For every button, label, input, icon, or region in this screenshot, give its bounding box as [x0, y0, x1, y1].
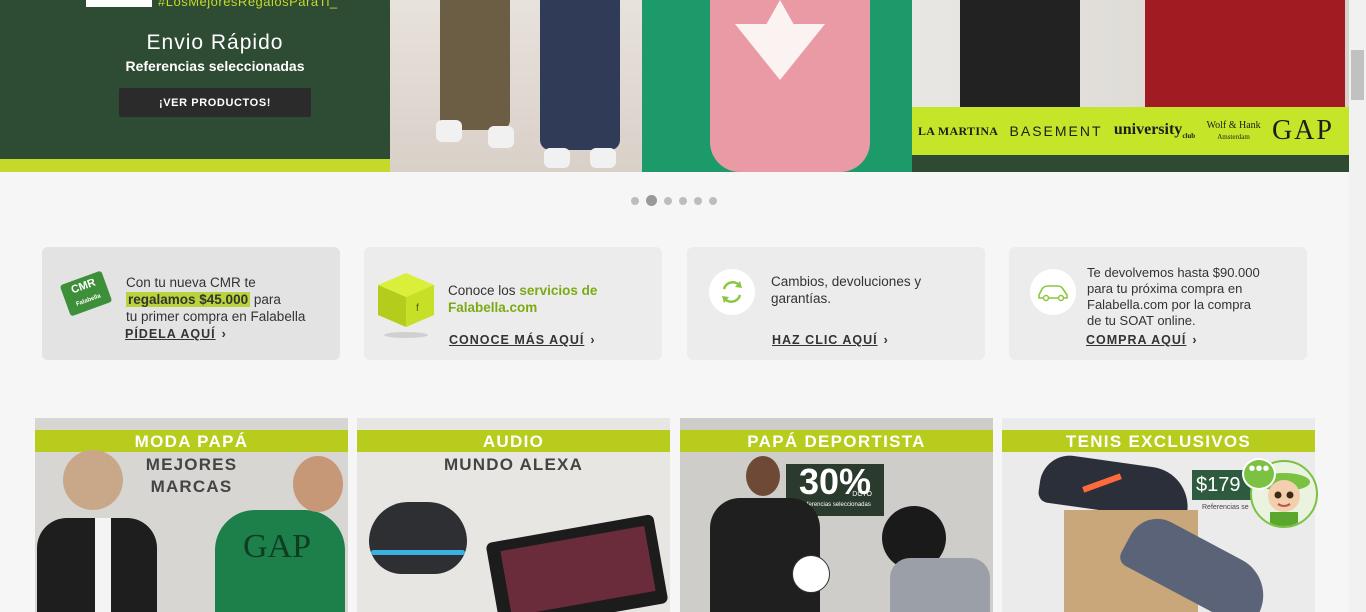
- white-shirt: [95, 518, 111, 612]
- athlete-body: [710, 498, 820, 612]
- hero-banner[interactable]: #LosMejoresRegalosParaTi_ Envio Rápido R…: [0, 0, 1349, 172]
- view-products-button[interactable]: ¡VER PRODUCTOS!: [119, 88, 311, 117]
- chevron-right-icon: ›: [221, 327, 227, 341]
- carousel-dot[interactable]: [631, 196, 639, 205]
- carousel-dot[interactable]: [694, 196, 702, 205]
- carousel-dot[interactable]: [664, 196, 672, 205]
- svg-text:f: f: [416, 303, 419, 314]
- car-icon: [1030, 269, 1076, 315]
- brand-university-club: universityclub: [1113, 121, 1196, 141]
- brand-basement: BASEMENT: [1009, 123, 1103, 139]
- model-head: [63, 450, 123, 510]
- carousel-dot-active[interactable]: [646, 195, 657, 206]
- returns-card-text: Cambios, devoluciones y garantías.: [771, 274, 922, 306]
- tile-subtitle: MUNDO ALEXA: [443, 455, 584, 474]
- chat-bubble-icon[interactable]: •••: [1242, 458, 1276, 490]
- learn-more-link[interactable]: CONOCE MÁS AQUÍ ›: [449, 333, 596, 347]
- sneaker-shape: [544, 148, 570, 168]
- brand-logos: LA MARTINA BASEMENT universityclub Wolf …: [918, 111, 1346, 151]
- carousel-dot[interactable]: [709, 196, 717, 205]
- exchange-icon: [709, 269, 755, 315]
- brand-wolf-hank: Wolf & Hank Amsterdam: [1206, 119, 1261, 141]
- tile-papa-deportista[interactable]: PAPÁ DEPORTISTA 30% DCTO Referencias sel…: [680, 418, 993, 612]
- sneaker-shape: [436, 120, 462, 142]
- soat-card-text: Te devolvemos hasta $90.000 para tu próx…: [1087, 265, 1260, 328]
- soat-card[interactable]: Te devolvemos hasta $90.000 para tu próx…: [1009, 247, 1307, 360]
- buy-here-link[interactable]: COMPRA AQUÍ ›: [1086, 333, 1198, 347]
- chevron-right-icon: ›: [1192, 333, 1198, 347]
- carousel-dot[interactable]: [679, 196, 687, 205]
- cmr-request-link[interactable]: PÍDELA AQUÍ ›: [125, 327, 227, 341]
- cmr-card-icon: CMR Falabella: [59, 270, 113, 317]
- echo-light-ring: [371, 550, 465, 555]
- black-jacket: [960, 0, 1080, 107]
- banner-logo: [86, 0, 152, 7]
- tile-title: AUDIO: [482, 432, 545, 451]
- sneaker-shape: [488, 126, 514, 148]
- returns-card[interactable]: Cambios, devoluciones y garantías. HAZ C…: [687, 247, 985, 360]
- sneaker-shape: [590, 148, 616, 168]
- banner-left-panel: [0, 0, 430, 160]
- tile-title: MODA PAPÁ: [134, 432, 249, 451]
- cmr-promo-card[interactable]: CMR Falabella Con tu nueva CMR te regalam…: [42, 247, 340, 360]
- model-head: [293, 456, 343, 512]
- tile-audio[interactable]: AUDIO MUNDO ALEXA: [357, 418, 670, 612]
- banner-lime-strip: [0, 159, 390, 172]
- athlete-head: [746, 456, 780, 496]
- banner-subtitle: Referencias seleccionadas: [125, 58, 305, 74]
- brand-la-martina: LA MARTINA: [918, 123, 999, 138]
- cmr-card-text: Con tu nueva CMR te regalamos $45.000 pa…: [126, 275, 306, 324]
- tile-title: PAPÁ DEPORTISTA: [747, 432, 926, 451]
- chevron-right-icon: ›: [883, 333, 889, 347]
- red-shirt: [1145, 0, 1345, 107]
- athlete-shirt: [890, 558, 990, 612]
- box-icon: f: [378, 273, 434, 338]
- carousel-dots: [631, 195, 717, 206]
- model-pants-2: [540, 0, 620, 150]
- soccer-ball: [792, 555, 830, 593]
- chevron-right-icon: ›: [590, 333, 596, 347]
- brand-strip-bottom: [912, 155, 1349, 172]
- brand-gap: GAP: [1271, 115, 1334, 146]
- services-card[interactable]: f Conoce los servicios de Falabella.com …: [364, 247, 662, 360]
- price-note: Referencias se: [1202, 504, 1249, 511]
- banner-title: Envio Rápido: [146, 31, 284, 54]
- tile-moda-papa[interactable]: MODA PAPÁ MEJORES MARCAS GAP: [35, 418, 348, 612]
- click-here-link[interactable]: HAZ CLIC AQUÍ ›: [772, 333, 889, 347]
- tile-title: TENIS EXCLUSIVOS: [1065, 432, 1252, 451]
- banner-hashtag: #LosMejoresRegalosParaTi_: [158, 0, 338, 9]
- echo-dot-speaker: [369, 502, 467, 574]
- services-card-text: Conoce los servicios de Falabella.com: [448, 283, 598, 315]
- scrollbar-thumb[interactable]: [1351, 50, 1364, 100]
- model-pants-1: [440, 0, 510, 130]
- gap-logo: GAP: [243, 528, 312, 565]
